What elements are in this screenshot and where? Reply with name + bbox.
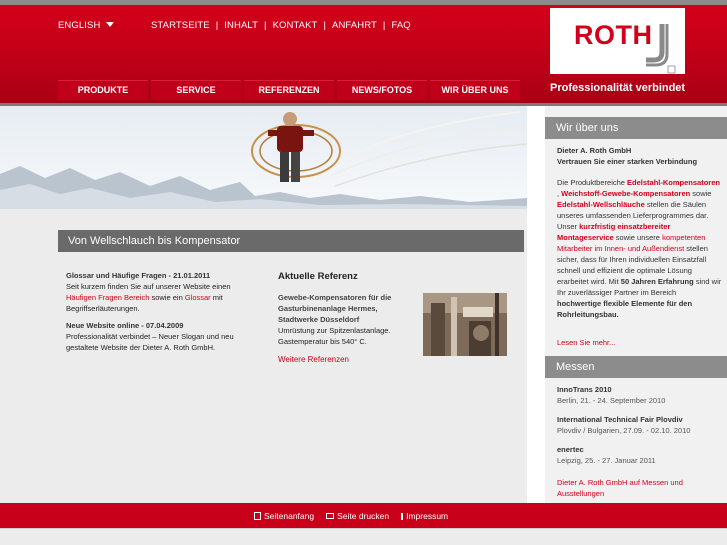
fairs-link[interactable]: Dieter A. Roth GmbH auf Messen und Ausst… bbox=[557, 477, 722, 499]
link-edelstahl-wellschlaeuche[interactable]: Edelstahl-Wellschläuche bbox=[557, 200, 645, 209]
nav-tab-produkte[interactable]: PRODUKTE bbox=[58, 80, 148, 100]
footer-links: Seitenanfang Seite drucken Impressum bbox=[254, 511, 448, 521]
news-item: Glossar und Häufige Fragen - 21.01.2011 … bbox=[66, 270, 256, 314]
separator: | bbox=[263, 20, 267, 31]
news-item: Neue Website online - 07.04.2009 Profess… bbox=[66, 320, 256, 353]
info-icon bbox=[401, 512, 404, 520]
reference-image[interactable] bbox=[423, 293, 507, 356]
news-text: Seit kurzem finden Sie auf unserer Websi… bbox=[66, 282, 231, 291]
about-text: sowie bbox=[690, 189, 712, 198]
event-title: International Technical Fair Plovdiv bbox=[557, 415, 683, 424]
nav-tab-service[interactable]: SERVICE bbox=[151, 80, 241, 100]
reference-title: Gewebe-Kompensatoren für die Gasturbinen… bbox=[278, 293, 392, 324]
about-body: Die Produktbereiche Edelstahl-Kompensato… bbox=[557, 177, 722, 320]
nav-tab-wir-ueber-uns[interactable]: WIR ÜBER UNS bbox=[430, 80, 520, 100]
top-links: STARTSEITE | INHALT | KONTAKT | ANFAHRT | FA… bbox=[151, 20, 411, 31]
language-label: ENGLISH bbox=[58, 20, 101, 31]
experience-text: 50 Jahren Erfahrung bbox=[620, 277, 694, 286]
news-heading: Glossar und Häufige Fragen - 21.01.2011 bbox=[66, 271, 211, 280]
product-focus-text: hochwertige flexible Elemente für den Ro… bbox=[557, 299, 693, 319]
top-link-inhalt[interactable]: INHALT bbox=[224, 20, 258, 31]
footer-link-imprint[interactable]: Impressum bbox=[401, 511, 448, 521]
about-heading: Wir über uns bbox=[545, 117, 727, 139]
about-text: sowie unsere bbox=[613, 233, 663, 242]
top-link-anfahrt[interactable]: ANFAHRT bbox=[332, 20, 377, 31]
list-item[interactable]: enertec Leipzig, 25. - 27. Januar 2011 bbox=[557, 444, 722, 466]
footer-link-label: Impressum bbox=[406, 511, 449, 521]
nav-tab-referenzen[interactable]: REFERENZEN bbox=[244, 80, 334, 100]
separator: | bbox=[382, 20, 386, 31]
separator: | bbox=[215, 20, 219, 31]
news-text: Professionalität verbindet – Neuer Sloga… bbox=[66, 332, 234, 352]
list-item[interactable]: InnoTrans 2010 Berlin, 21. - 24. Septemb… bbox=[557, 384, 722, 406]
read-more-link[interactable]: Lesen Sie mehr... bbox=[557, 337, 722, 348]
language-selector[interactable]: ENGLISH bbox=[58, 20, 115, 31]
top-link-startseite[interactable]: STARTSEITE bbox=[151, 20, 210, 31]
chevron-down-icon bbox=[106, 22, 115, 27]
company-tagline: Vertrauen Sie einer starken Verbindung bbox=[557, 157, 698, 166]
footer-link-top[interactable]: Seitenanfang bbox=[254, 511, 314, 521]
company-name: Dieter A. Roth GmbH bbox=[557, 146, 632, 155]
nav-tab-news-fotos[interactable]: NEWS/FOTOS bbox=[337, 80, 427, 100]
event-detail: Leipzig, 25. - 27. Januar 2011 bbox=[557, 456, 656, 465]
news-column: Glossar und Häufige Fragen - 21.01.2011 … bbox=[66, 270, 256, 359]
about-text: Die Produktbereiche bbox=[557, 178, 628, 187]
printer-icon bbox=[326, 513, 335, 519]
event-detail: Berlin, 21. - 24. September 2010 bbox=[557, 396, 666, 405]
news-heading: Neue Website online - 07.04.2009 bbox=[66, 321, 184, 330]
hero-image bbox=[0, 106, 527, 209]
logo-text: ROTH bbox=[574, 20, 653, 50]
event-title: InnoTrans 2010 bbox=[557, 385, 612, 394]
faq-link[interactable]: Häufigen Fragen Bereich bbox=[66, 293, 149, 302]
footer: Seitenanfang Seite drucken Impressum bbox=[0, 503, 727, 528]
news-text: sowie ein bbox=[149, 293, 185, 302]
glossary-link[interactable]: Glossar bbox=[185, 293, 211, 302]
slogan: Professionalität verbindet bbox=[550, 82, 686, 94]
list-item[interactable]: International Technical Fair Plovdiv Plo… bbox=[557, 414, 722, 436]
more-references-link[interactable]: Weitere Referenzen bbox=[278, 355, 349, 364]
event-detail: Plovdiv / Bulgarien, 27.09. - 02.10. 201… bbox=[557, 426, 691, 435]
footer-link-label: Seite drucken bbox=[337, 511, 390, 521]
roth-logo[interactable]: ROTH bbox=[550, 8, 685, 74]
footer-link-label: Seitenanfang bbox=[264, 511, 315, 521]
page-icon bbox=[254, 512, 261, 520]
reference-description: Umrüstung zur Spitzenlastanlage. Gastemp… bbox=[278, 326, 391, 346]
industrial-plant-image bbox=[423, 293, 507, 356]
link-weichstoff-kompensatoren[interactable]: Weichstoff-Gewebe-Kompensatoren bbox=[561, 189, 690, 198]
climber-mountain-image bbox=[0, 106, 527, 209]
top-link-faq[interactable]: FAQ bbox=[391, 20, 410, 31]
fairs-heading: Messen bbox=[545, 356, 727, 378]
separator: | bbox=[323, 20, 327, 31]
link-edelstahl-kompensatoren[interactable]: Edelstahl-Kompensatoren bbox=[627, 178, 720, 187]
content-title: Von Wellschlauch bis Kompensator bbox=[58, 230, 524, 252]
main-nav: PRODUKTE SERVICE REFERENZEN NEWS/FOTOS W… bbox=[58, 80, 520, 100]
reference-heading: Aktuelle Referenz bbox=[278, 271, 358, 282]
fairs-list: InnoTrans 2010 Berlin, 21. - 24. Septemb… bbox=[557, 384, 722, 474]
page-bottom bbox=[0, 528, 727, 545]
reference-text: Gewebe-Kompensatoren für die Gasturbinen… bbox=[278, 292, 413, 347]
event-title: enertec bbox=[557, 445, 584, 454]
about-intro: Dieter A. Roth GmbH Vertrauen Sie einer … bbox=[557, 145, 722, 167]
footer-link-print[interactable]: Seite drucken bbox=[326, 511, 389, 521]
top-link-kontakt[interactable]: KONTAKT bbox=[273, 20, 318, 31]
